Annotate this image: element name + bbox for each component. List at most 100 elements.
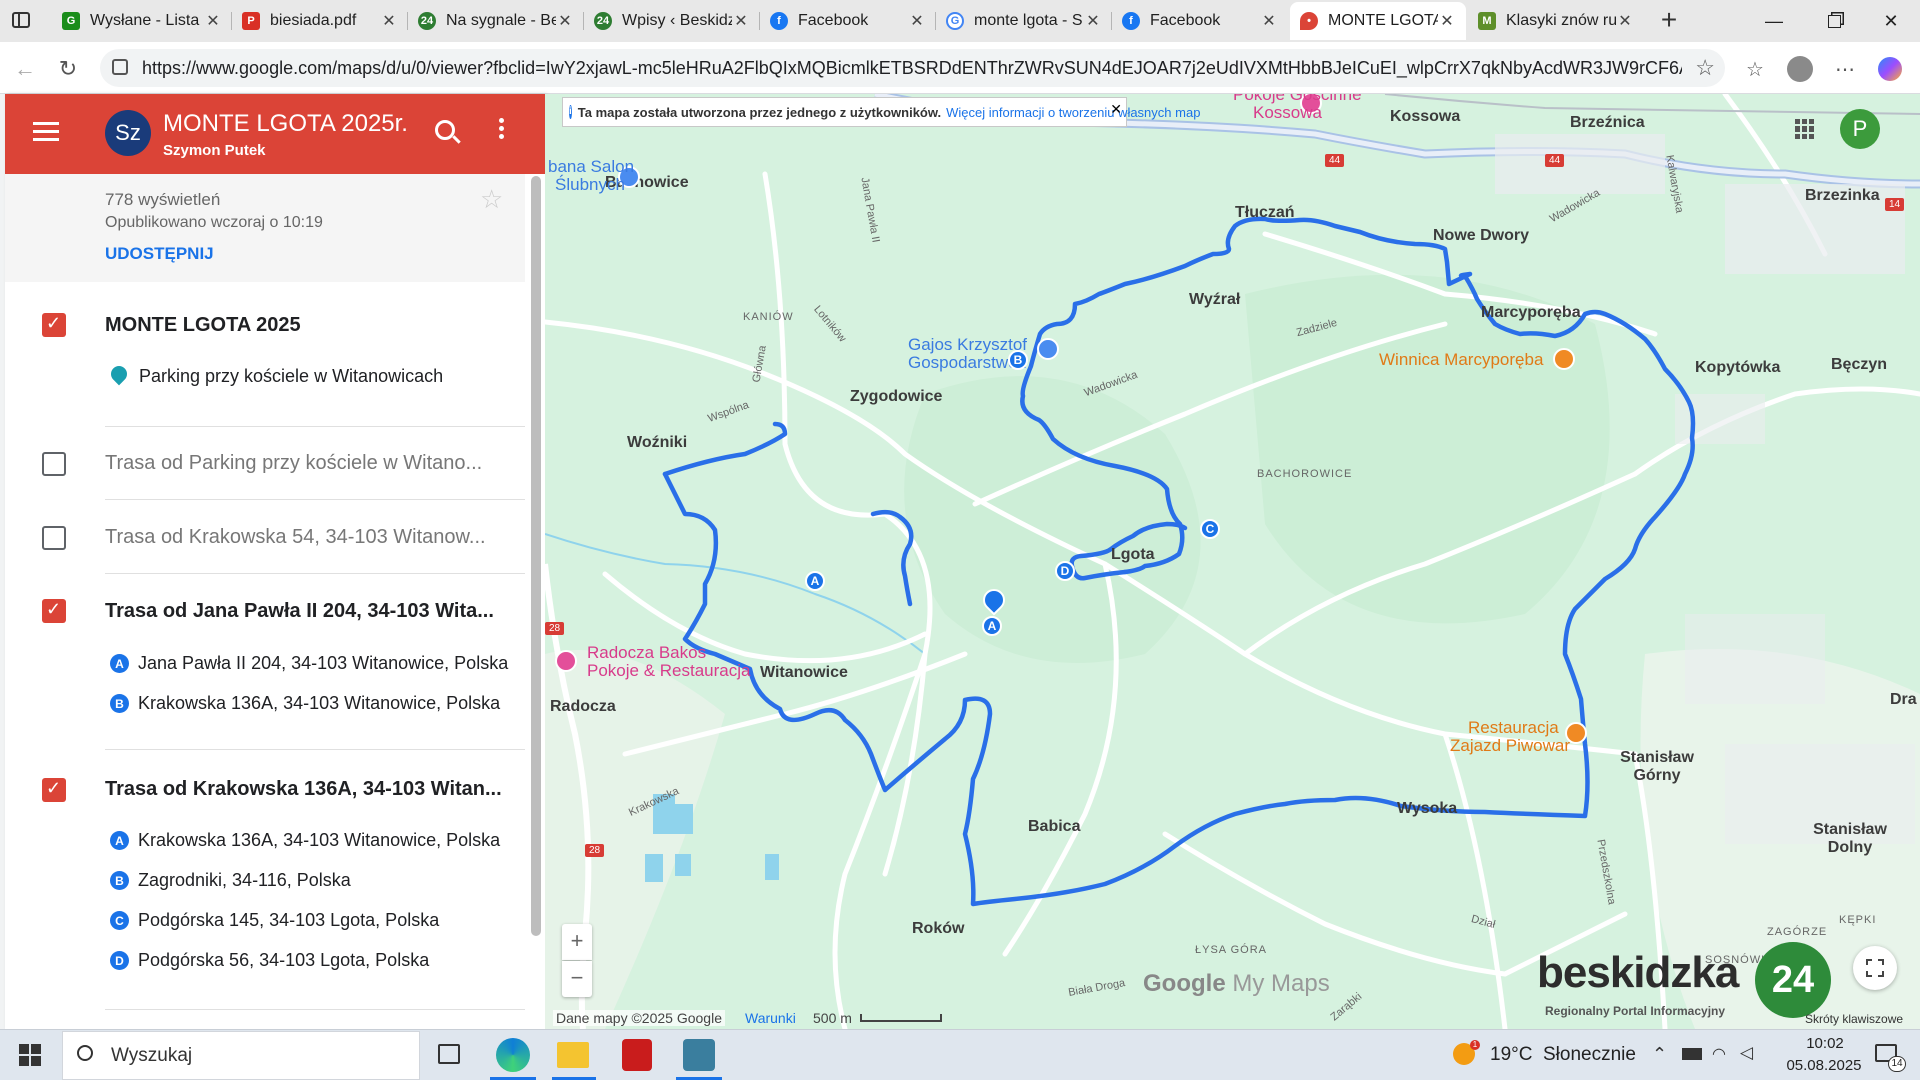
tab-5[interactable]: G monte lgota - S ✕ xyxy=(936,2,1112,40)
app-icon[interactable] xyxy=(683,1039,715,1071)
google-icon: G xyxy=(946,12,964,30)
route-marker-b[interactable]: B xyxy=(1008,350,1028,370)
close-icon[interactable]: ✕ xyxy=(1260,11,1278,31)
bed-icon[interactable] xyxy=(555,650,577,672)
keyboard-shortcuts-link[interactable]: Skróty klawiszowe xyxy=(1805,1012,1903,1026)
wifi-icon[interactable]: ◠ xyxy=(1712,1044,1726,1064)
layer-point[interactable]: Zagrodniki, 34-116, Polska xyxy=(138,870,351,891)
apps-grid-icon[interactable] xyxy=(1795,119,1815,139)
close-icon[interactable]: ✕ xyxy=(1438,11,1456,31)
layer-title: MONTE LGOTA 2025 xyxy=(105,314,301,336)
tab-1[interactable]: P biesiada.pdf ✕ xyxy=(232,2,408,40)
close-icon[interactable]: ✕ xyxy=(1084,11,1102,31)
site-info-icon[interactable] xyxy=(112,59,128,75)
route-marker-d[interactable]: D xyxy=(1055,561,1075,581)
layer-checkbox-jana-pawla-route[interactable]: ✓ xyxy=(42,599,66,623)
close-icon[interactable]: ✕ xyxy=(1110,101,1122,118)
tab-2[interactable]: 24 Na sygnale - Be ✕ xyxy=(408,2,584,40)
tab-actions-icon[interactable] xyxy=(12,12,30,28)
poi-label[interactable]: Radocza Bakos xyxy=(587,644,706,662)
close-icon[interactable]: ✕ xyxy=(556,11,574,31)
fullscreen-button[interactable] xyxy=(1853,946,1897,990)
close-icon[interactable]: ✕ xyxy=(908,11,926,31)
hamburger-menu-icon[interactable] xyxy=(33,122,59,142)
map-canvas[interactable]: i Ta mapa została utworzona przez jedneg… xyxy=(545,94,1920,1029)
user-avatar[interactable]: P xyxy=(1840,109,1880,149)
layer-checkbox-krakowska-136a-route[interactable]: ✓ xyxy=(42,778,66,802)
address-bar[interactable]: https://www.google.com/maps/d/u/0/viewer… xyxy=(100,49,1725,87)
layer-point[interactable]: Jana Pawła II 204, 34-103 Witanowice, Po… xyxy=(138,653,508,674)
route-marker-c[interactable]: C xyxy=(1200,519,1220,539)
layer-point[interactable]: Podgórska 56, 34-103 Lgota, Polska xyxy=(138,950,429,971)
close-icon[interactable]: ✕ xyxy=(1616,11,1634,31)
layer-point[interactable]: Parking przy kościele w Witanowicach xyxy=(139,366,443,387)
share-button[interactable]: UDOSTĘPNIJ xyxy=(105,244,214,264)
zoom-in-button[interactable]: + xyxy=(562,924,592,960)
chevron-up-icon[interactable]: ⌃ xyxy=(1652,1044,1667,1065)
acrobat-icon[interactable] xyxy=(622,1039,652,1071)
windows-start-icon[interactable] xyxy=(19,1044,41,1066)
road-shield: 14 xyxy=(1885,198,1905,211)
map-info: 778 wyświetleń Opublikowano wczoraj o 10… xyxy=(5,174,525,282)
route-marker-a[interactable]: A xyxy=(982,616,1002,636)
favorites-icon[interactable]: ☆ xyxy=(1740,54,1770,84)
tab-4[interactable]: f Facebook ✕ xyxy=(760,2,936,40)
close-window-button[interactable]: ✕ xyxy=(1862,0,1920,42)
reload-icon[interactable]: ↻ xyxy=(53,54,83,84)
tab-0[interactable]: G Wysłane - Lista ✕ xyxy=(52,2,232,40)
layer-checkbox-parking-route[interactable] xyxy=(42,452,66,476)
poi-label[interactable]: bana Salon xyxy=(548,158,634,176)
bookmark-star-icon[interactable]: ☆ xyxy=(1695,55,1715,81)
wine-icon[interactable] xyxy=(1553,348,1575,370)
edge-taskbar-icon[interactable] xyxy=(496,1038,530,1072)
area-label: ZAGÓRZE xyxy=(1767,926,1828,938)
layer-point[interactable]: Podgórska 145, 34-103 Lgota, Polska xyxy=(138,910,439,931)
volume-icon[interactable]: ◁ xyxy=(1740,1043,1753,1063)
layer-checkbox-krakowska-54-route[interactable] xyxy=(42,526,66,550)
star-icon[interactable]: ☆ xyxy=(480,184,503,215)
layer-point[interactable]: Krakowska 136A, 34-103 Witanowice, Polsk… xyxy=(138,693,500,714)
tab-7-active[interactable]: • MONTE LGOTA ✕ xyxy=(1290,2,1466,40)
search-icon[interactable] xyxy=(435,120,461,144)
tab-title: monte lgota - S xyxy=(974,12,1083,29)
close-icon[interactable]: ✕ xyxy=(380,11,398,31)
poi-label[interactable]: Ślubnych xyxy=(555,176,625,194)
poi-label[interactable]: Kossowa xyxy=(1253,104,1322,122)
more-vert-icon[interactable] xyxy=(499,118,505,139)
restore-button[interactable] xyxy=(1805,0,1863,42)
poi-label[interactable]: Pokoje & Restauracja xyxy=(587,662,750,680)
pdf-icon: P xyxy=(242,12,260,30)
profile-avatar[interactable] xyxy=(1785,54,1815,84)
new-tab-button[interactable]: + xyxy=(1652,4,1686,38)
browser-toolbar: ← ↻ https://www.google.com/maps/d/u/0/vi… xyxy=(0,42,1920,94)
close-icon[interactable]: ✕ xyxy=(732,11,750,31)
minimize-button[interactable]: — xyxy=(1745,0,1803,42)
layer-point[interactable]: Krakowska 136A, 34-103 Witanowice, Polsk… xyxy=(138,830,500,851)
taskbar-search[interactable]: Wyszukaj xyxy=(62,1031,420,1080)
copilot-icon[interactable] xyxy=(1875,54,1905,84)
layer-checkbox-monte-lgota[interactable]: ✓ xyxy=(42,313,66,337)
zoom-out-button[interactable]: − xyxy=(562,961,592,997)
tab-8[interactable]: M Klasyki znów ru ✕ xyxy=(1468,2,1644,40)
file-explorer-icon[interactable] xyxy=(557,1042,589,1068)
poi-label[interactable]: Restauracja xyxy=(1468,719,1559,737)
battery-icon[interactable] xyxy=(1682,1048,1702,1060)
route-marker-a[interactable]: A xyxy=(805,571,825,591)
more-menu-icon[interactable]: ⋯ xyxy=(1830,54,1860,84)
close-icon[interactable]: ✕ xyxy=(204,11,222,31)
map-author: Szymon Putek xyxy=(163,142,266,159)
poi-label[interactable]: Winnica Marcyporęba xyxy=(1379,351,1543,369)
back-icon[interactable]: ← xyxy=(10,54,40,84)
weather-text[interactable]: 19°C Słonecznie xyxy=(1490,1044,1636,1066)
tab-3[interactable]: 24 Wpisy ‹ Beskidz ✕ xyxy=(584,2,760,40)
clock-time[interactable]: 10:02 xyxy=(1790,1035,1860,1052)
notice-link[interactable]: Więcej informacji o tworzeniu własnych m… xyxy=(946,105,1200,120)
task-view-icon[interactable] xyxy=(438,1044,460,1064)
poi-label[interactable]: Zajazd Piwowar xyxy=(1450,737,1570,755)
terms-link[interactable]: Warunki xyxy=(745,1010,796,1026)
poi-label[interactable]: Gajos Krzysztof xyxy=(908,336,1027,354)
panel-scrollbar[interactable] xyxy=(531,176,541,936)
clock-date[interactable]: 05.08.2025 xyxy=(1776,1057,1872,1074)
tab-6[interactable]: f Facebook ✕ xyxy=(1112,2,1288,40)
shopping-bag-icon[interactable] xyxy=(1037,338,1059,360)
